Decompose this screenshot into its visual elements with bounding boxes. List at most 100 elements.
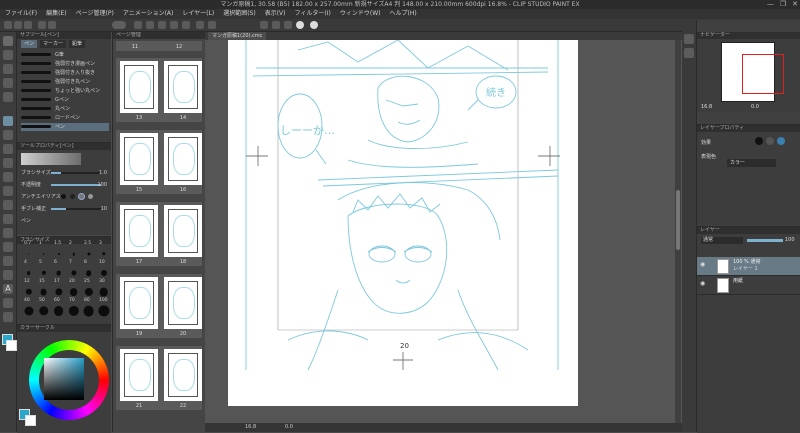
brush-size-row[interactable]: ブラシサイズ 1.0 [21, 169, 107, 177]
brush-size-option[interactable]: 80 [81, 298, 96, 318]
stabilization-row[interactable]: 手ブレ補正 10 [21, 205, 107, 213]
antialias-row[interactable]: アンチエイリアス [21, 193, 107, 201]
layer-opacity-value[interactable]: 100 [785, 237, 795, 243]
maximize-button[interactable]: ❐ [780, 0, 786, 9]
opacity-row[interactable]: 不透明度 100 [21, 181, 107, 189]
brush-size-option[interactable]: 15 [36, 279, 51, 299]
menu-layer[interactable]: レイヤー(L) [182, 9, 214, 19]
fill-tool-icon[interactable] [3, 214, 13, 224]
brush-size-option[interactable]: 10 [96, 260, 111, 280]
pen-row[interactable]: ペン [21, 217, 107, 225]
menu-animation[interactable]: アニメーション(A) [123, 9, 174, 19]
zoom-tool-icon[interactable] [3, 36, 13, 46]
page-thumbnail[interactable]: 15 [120, 133, 158, 193]
expression-select[interactable]: カラー [727, 159, 776, 167]
layer-color-icon[interactable] [777, 137, 785, 145]
menu-page[interactable]: ページ管理(P) [76, 9, 114, 19]
page-spread[interactable]: 13 14 [116, 58, 202, 122]
brush-item[interactable]: G筆 [21, 51, 109, 59]
invert-selection-icon[interactable] [158, 21, 166, 29]
brush-size-option[interactable]: 50 [36, 298, 51, 318]
clip-studio-icon[interactable] [296, 21, 304, 29]
brush-size-option[interactable]: 1.5 [51, 241, 66, 261]
eye-icon[interactable]: ◉ [700, 281, 706, 287]
minimize-button[interactable]: — [767, 0, 774, 9]
brush-size-option[interactable]: 70 [66, 298, 81, 318]
manga-page[interactable]: しーーか… 続き 20 [228, 39, 578, 406]
select-all-icon[interactable] [146, 21, 154, 29]
figure-tool-icon[interactable] [3, 242, 13, 252]
blend-tool-icon[interactable] [3, 200, 13, 210]
page-spread[interactable]: 19 20 [116, 274, 202, 338]
page-thumbnail[interactable]: 13 [120, 61, 158, 121]
save-icon[interactable] [24, 21, 32, 29]
brush-item[interactable]: 強弱付き入り抜き [21, 69, 109, 77]
brush-size-option[interactable]: 5 [36, 260, 51, 280]
layer-row[interactable]: ◉ 100 % 通常 レイヤー 1 [697, 257, 800, 276]
page-spread-top[interactable]: 11 12 [116, 41, 202, 51]
brush-item[interactable]: Gペン [21, 96, 109, 104]
layer-icon[interactable] [684, 48, 694, 58]
brush-tool-icon[interactable] [3, 144, 13, 154]
brush-size-option[interactable]: 2 [66, 241, 81, 261]
correct-line-tool-icon[interactable] [3, 312, 13, 322]
menu-window[interactable]: ウィンドウ(W) [340, 9, 381, 19]
brush-item-selected[interactable]: ペン [21, 123, 109, 131]
decoration-tool-icon[interactable] [3, 172, 13, 182]
shrink-selection-icon[interactable] [182, 21, 190, 29]
tone-effect-icon[interactable] [766, 137, 774, 145]
brush-item[interactable]: ちょっと強い丸ペン [21, 87, 109, 95]
brush-size-option[interactable]: 17 [51, 279, 66, 299]
airbrush-tool-icon[interactable] [3, 158, 13, 168]
brush-item[interactable]: ロードペン [21, 114, 109, 122]
page-thumbnail[interactable]: 22 [164, 349, 202, 409]
page-thumbnail[interactable]: 18 [164, 205, 202, 265]
move-tool-icon[interactable] [3, 50, 13, 60]
blend-mode-select[interactable]: 通常 [701, 237, 743, 244]
layer-opacity-slider[interactable] [747, 239, 783, 242]
deselect-icon[interactable] [134, 21, 142, 29]
ruler-icon[interactable] [272, 21, 280, 29]
menu-view[interactable]: 表示(V) [265, 9, 286, 19]
brush-size-option[interactable]: 25 [81, 279, 96, 299]
brush-size-option[interactable]: 30 [96, 279, 111, 299]
snap-icon[interactable] [284, 21, 292, 29]
navigator-zoom[interactable]: 16.8 [701, 104, 712, 110]
brush-size-option[interactable]: 8 [81, 260, 96, 280]
brush-size-option[interactable]: 0.7 [21, 241, 36, 261]
settings-icon[interactable] [310, 21, 318, 29]
pencil-tool-icon[interactable] [3, 130, 13, 140]
page-thumbnail[interactable]: 17 [120, 205, 158, 265]
eye-icon[interactable]: ◉ [700, 262, 706, 268]
clear-icon[interactable] [196, 21, 204, 29]
brush-size-option[interactable]: 40 [21, 298, 36, 318]
page-spread[interactable]: 21 22 [116, 346, 202, 410]
close-button[interactable]: ✕ [792, 0, 798, 9]
brush-size-option[interactable]: 60 [51, 298, 66, 318]
brush-size-option[interactable]: 3 [96, 241, 111, 261]
text-tool-icon[interactable]: A [3, 284, 13, 294]
border-effect-icon[interactable] [755, 137, 763, 145]
status-zoom[interactable]: 16.8 [245, 423, 256, 432]
page-spread[interactable]: 17 18 [116, 202, 202, 266]
page-thumbnail[interactable]: 14 [164, 61, 202, 121]
eyedropper-tool-icon[interactable] [3, 92, 13, 102]
color-sub-swatch[interactable] [25, 415, 36, 426]
menu-edit[interactable]: 編集(E) [46, 9, 66, 19]
show-grid-icon[interactable] [260, 21, 268, 29]
new-file-icon[interactable] [4, 21, 12, 29]
brush-size-option[interactable]: 100 [96, 298, 111, 318]
menu-selection[interactable]: 選択範囲(S) [223, 9, 256, 19]
frame-tool-icon[interactable] [3, 256, 13, 266]
sub-color-swatch[interactable] [6, 340, 17, 351]
canvas-scrollbar[interactable] [675, 40, 681, 423]
balloon-tool-icon[interactable] [3, 298, 13, 308]
select-tool-icon[interactable] [3, 64, 13, 74]
cut-icon[interactable] [208, 21, 216, 29]
navigator-angle[interactable]: 0.0 [751, 104, 759, 110]
ruler-tool-icon[interactable] [3, 270, 13, 280]
pen-tool-icon[interactable] [3, 116, 13, 126]
saturation-value-box[interactable] [44, 358, 84, 400]
subtool-tab-pen[interactable]: ペン [21, 40, 38, 48]
menu-filter[interactable]: フィルター(I) [295, 9, 331, 19]
